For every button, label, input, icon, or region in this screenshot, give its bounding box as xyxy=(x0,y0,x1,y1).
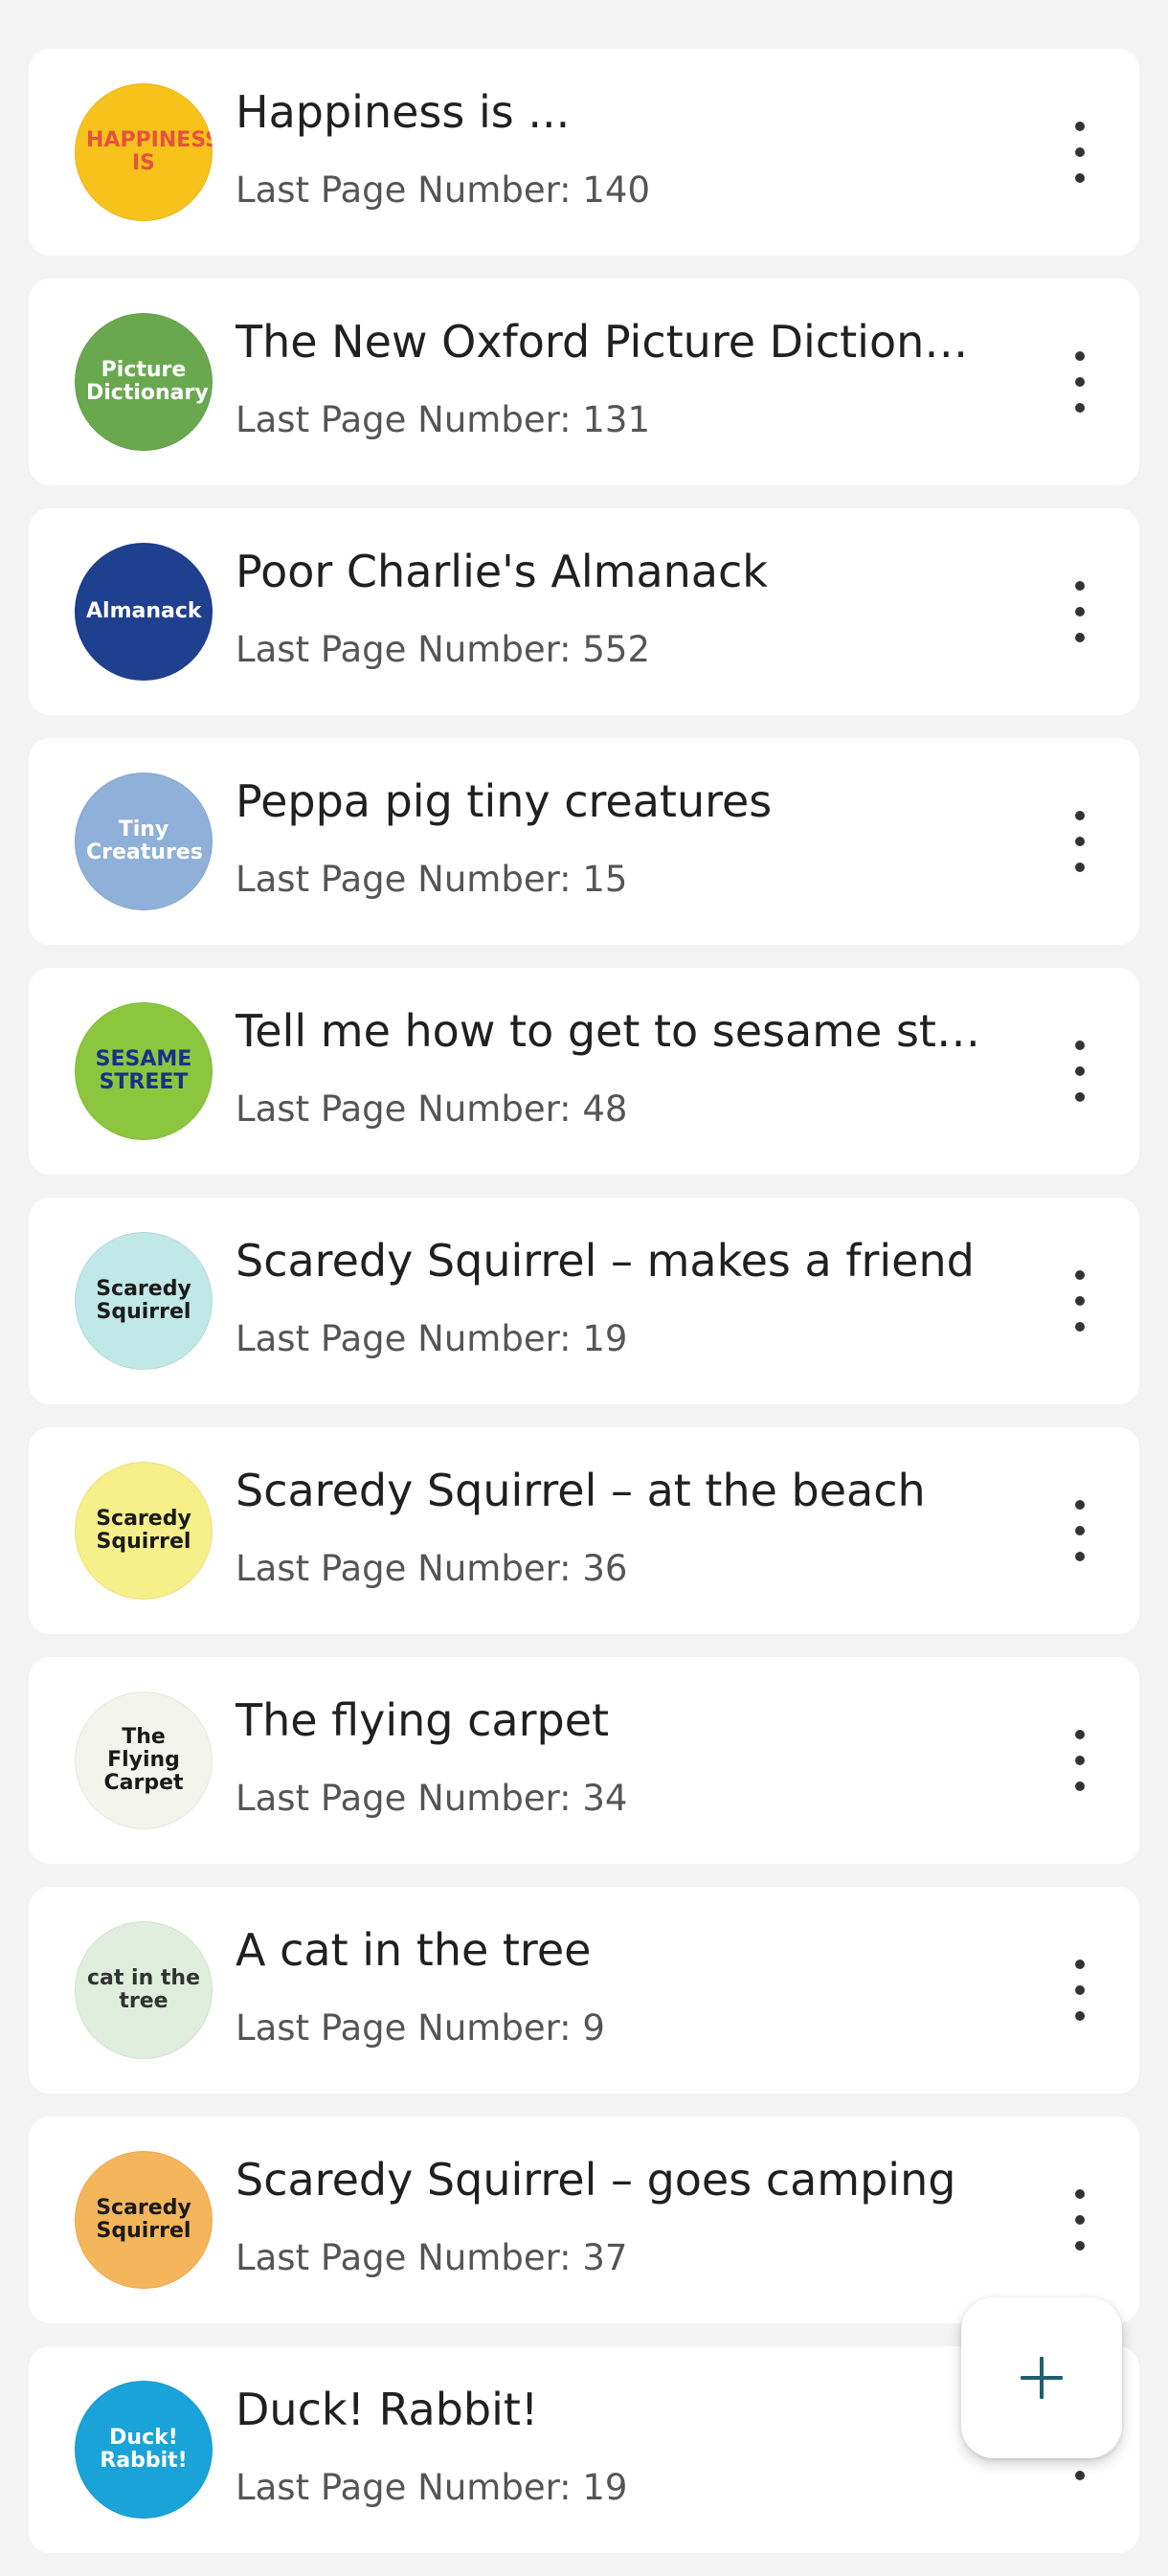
more-vertical-icon[interactable] xyxy=(1068,1730,1091,1791)
more-vertical-icon[interactable] xyxy=(1068,122,1091,183)
menu-dot xyxy=(1075,1730,1085,1739)
menu-dot xyxy=(1075,1270,1085,1280)
more-vertical-icon[interactable] xyxy=(1068,581,1091,642)
book-cover-text: HAPPINESS IS xyxy=(86,128,213,175)
add-book-button[interactable] xyxy=(961,2297,1122,2458)
book-title: Duck! Rabbit! xyxy=(236,2384,539,2435)
book-list-item[interactable]: Scaredy Squirrel Scaredy Squirrel – at th… xyxy=(29,1427,1139,1634)
book-list-item[interactable]: Almanack Poor Charlie's Almanack Last Page… xyxy=(29,508,1139,715)
book-cover-text: Scaredy Squirrel xyxy=(96,1277,191,1324)
last-page-number: Last Page Number: 19 xyxy=(236,1318,628,1359)
book-list-item[interactable]: Scaredy Squirrel Scaredy Squirrel – goes … xyxy=(29,2117,1139,2323)
book-cover-image: Almanack xyxy=(75,543,213,681)
book-list-item[interactable]: SESAME STREET Tell me how to get to sesam… xyxy=(29,968,1139,1175)
book-title: The New Oxford Picture Diction… xyxy=(236,316,969,368)
book-cover-image: Tiny Creatures xyxy=(75,773,213,910)
more-vertical-icon[interactable] xyxy=(1068,2189,1091,2251)
book-list: HAPPINESS IS Happiness is ... Last Page Nu… xyxy=(29,49,1139,2576)
book-title: A cat in the tree xyxy=(236,1924,592,1976)
menu-dot xyxy=(1075,862,1085,872)
book-cover-text: Almanack xyxy=(86,599,202,623)
menu-dot xyxy=(1075,1552,1085,1561)
book-cover-image: SESAME STREET xyxy=(75,1002,213,1140)
menu-dot xyxy=(1075,1296,1085,1306)
book-list-item[interactable]: Picture Dictionary The New Oxford Picture… xyxy=(29,279,1139,485)
book-cover-text: Scaredy Squirrel xyxy=(96,2196,191,2243)
book-list-item[interactable]: cat in the tree A cat in the tree Last Pag… xyxy=(29,1887,1139,2094)
more-vertical-icon[interactable] xyxy=(1068,351,1091,413)
book-title: The flying carpet xyxy=(236,1694,610,1746)
book-cover-text: The Flying Carpet xyxy=(103,1725,184,1795)
more-vertical-icon[interactable] xyxy=(1068,1960,1091,2021)
menu-dot xyxy=(1075,811,1085,820)
menu-dot xyxy=(1075,377,1085,387)
more-vertical-icon[interactable] xyxy=(1068,1270,1091,1332)
last-page-number: Last Page Number: 37 xyxy=(236,2237,628,2278)
book-cover-text: SESAME STREET xyxy=(95,1047,192,1094)
book-cover-image: Picture Dictionary xyxy=(75,313,213,451)
more-vertical-icon[interactable] xyxy=(1068,1500,1091,1561)
last-page-number: Last Page Number: 15 xyxy=(236,859,628,900)
book-title: Poor Charlie's Almanack xyxy=(236,546,768,597)
menu-dot xyxy=(1075,2215,1085,2225)
book-cover-text: Duck! Rabbit! xyxy=(100,2426,188,2473)
book-cover-text: Scaredy Squirrel xyxy=(96,1507,191,1554)
more-vertical-icon[interactable] xyxy=(1068,811,1091,872)
menu-dot xyxy=(1075,122,1085,131)
menu-dot xyxy=(1075,1985,1085,1995)
menu-dot xyxy=(1075,1092,1085,1102)
last-page-number: Last Page Number: 140 xyxy=(236,169,650,211)
book-cover-text: Tiny Creatures xyxy=(86,818,203,864)
more-vertical-icon[interactable] xyxy=(1068,1041,1091,1102)
menu-dot xyxy=(1075,1322,1085,1332)
book-title: Peppa pig tiny creatures xyxy=(236,775,773,827)
menu-dot xyxy=(1075,1066,1085,1076)
menu-dot xyxy=(1075,403,1085,413)
menu-dot xyxy=(1075,1526,1085,1535)
last-page-number: Last Page Number: 34 xyxy=(236,1778,628,1819)
last-page-number: Last Page Number: 552 xyxy=(236,629,650,670)
last-page-number: Last Page Number: 19 xyxy=(236,2467,628,2508)
last-page-number: Last Page Number: 36 xyxy=(236,1548,628,1589)
book-cover-image: Scaredy Squirrel xyxy=(75,1232,213,1370)
book-cover-image: HAPPINESS IS xyxy=(75,83,213,221)
book-list-item[interactable]: Tiny Creatures Peppa pig tiny creatures La… xyxy=(29,738,1139,945)
book-cover-image: Scaredy Squirrel xyxy=(75,1462,213,1600)
book-cover-text: cat in the tree xyxy=(86,1966,201,2013)
menu-dot xyxy=(1075,1781,1085,1791)
menu-dot xyxy=(1075,2189,1085,2199)
book-list-item[interactable]: The Flying Carpet The flying carpet Last P… xyxy=(29,1657,1139,1864)
menu-dot xyxy=(1075,2011,1085,2021)
book-title: Scaredy Squirrel – goes camping xyxy=(236,2154,956,2206)
menu-dot xyxy=(1075,837,1085,846)
menu-dot xyxy=(1075,633,1085,642)
menu-dot xyxy=(1075,147,1085,157)
book-cover-image: The Flying Carpet xyxy=(75,1691,213,1829)
book-title: Tell me how to get to sesame st… xyxy=(236,1005,980,1057)
menu-dot xyxy=(1075,1500,1085,1510)
book-title: Scaredy Squirrel – makes a friend xyxy=(236,1235,975,1287)
book-cover-image: Duck! Rabbit! xyxy=(75,2381,213,2519)
last-page-number: Last Page Number: 9 xyxy=(236,2007,605,2049)
menu-dot xyxy=(1075,351,1085,361)
menu-dot xyxy=(1075,1041,1085,1050)
menu-dot xyxy=(1075,1960,1085,1969)
menu-dot xyxy=(1075,173,1085,183)
menu-dot xyxy=(1075,2241,1085,2251)
book-title: Scaredy Squirrel – at the beach xyxy=(236,1465,926,1516)
menu-dot xyxy=(1075,1756,1085,1765)
menu-dot xyxy=(1075,2471,1085,2480)
book-list-item[interactable]: HAPPINESS IS Happiness is ... Last Page Nu… xyxy=(29,49,1139,256)
plus-icon xyxy=(1021,2357,1063,2399)
menu-dot xyxy=(1075,607,1085,616)
menu-dot xyxy=(1075,581,1085,591)
book-title: Happiness is ... xyxy=(236,86,571,138)
last-page-number: Last Page Number: 48 xyxy=(236,1088,628,1130)
book-cover-image: cat in the tree xyxy=(75,1921,213,2059)
last-page-number: Last Page Number: 131 xyxy=(236,399,650,440)
book-cover-text: Picture Dictionary xyxy=(86,358,209,405)
book-cover-image: Scaredy Squirrel xyxy=(75,2151,213,2289)
book-list-item[interactable]: Scaredy Squirrel Scaredy Squirrel – makes… xyxy=(29,1198,1139,1404)
